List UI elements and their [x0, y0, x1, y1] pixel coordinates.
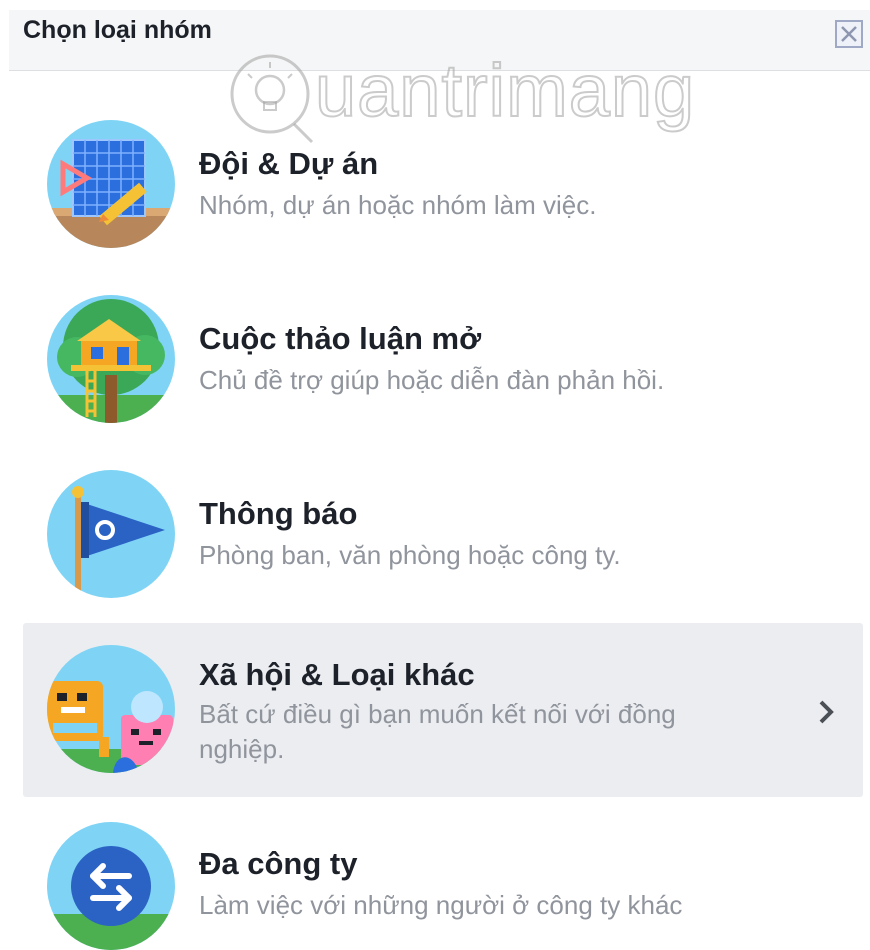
option-announcements[interactable]: Thông báo Phòng ban, văn phòng hoặc công… [23, 450, 863, 620]
swap-arrows-icon [47, 822, 175, 950]
option-description: Làm việc với những người ở công ty khác [199, 890, 683, 920]
dialog-title: Chọn loại nhóm [23, 16, 212, 44]
dialog-header: Chọn loại nhóm [9, 10, 870, 71]
option-title: Cuộc thảo luận mở [199, 321, 482, 356]
option-title: Đội & Dự án [199, 146, 379, 181]
robots-icon [47, 645, 175, 773]
option-title: Thông báo [199, 496, 358, 531]
close-icon [841, 26, 857, 42]
option-open-discussion[interactable]: Cuộc thảo luận mở Chủ đề trợ giúp hoặc d… [23, 275, 863, 445]
option-multi-company[interactable]: Đa công ty Làm việc với những người ở cô… [23, 800, 863, 950]
option-social-other[interactable]: Xã hội & Loại khác Bất cứ điều gì bạn mu… [23, 623, 863, 797]
option-description: Chủ đề trợ giúp hoặc diễn đàn phản hồi. [199, 365, 665, 395]
option-title: Đa công ty [199, 846, 358, 881]
treehouse-icon [47, 295, 175, 423]
option-teams-projects[interactable]: Đội & Dự án Nhóm, dự án hoặc nhóm làm vi… [23, 100, 863, 270]
option-description: Nhóm, dự án hoặc nhóm làm việc. [199, 190, 597, 220]
choose-group-type-dialog: Chọn loại nhóm uantrimang Đội & Dự án Nh… [0, 0, 870, 950]
blueprint-icon [47, 120, 175, 248]
option-title: Xã hội & Loại khác [199, 657, 475, 692]
option-description: Phòng ban, văn phòng hoặc công ty. [199, 540, 621, 570]
chevron-right-icon [819, 700, 834, 724]
pennant-flag-icon [47, 470, 175, 598]
close-button[interactable] [835, 20, 863, 48]
option-description: Bất cứ điều gì bạn muốn kết nối với đồng… [199, 699, 676, 764]
